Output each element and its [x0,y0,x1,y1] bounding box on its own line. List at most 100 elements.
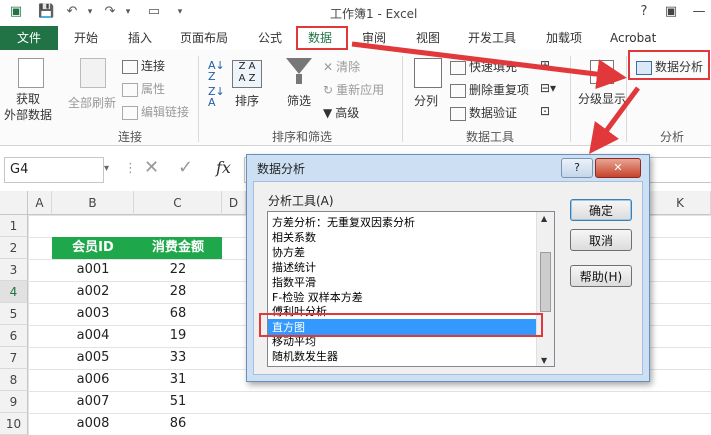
relationships-icon[interactable]: ⊡ [540,104,550,118]
tab-home[interactable]: 开始 [74,26,98,50]
analysis-tool-item[interactable]: 方差分析：无重复双因素分析 [272,215,534,230]
row-header[interactable]: 1 [0,215,28,237]
ribbon-display-icon[interactable]: ▣ [660,2,682,22]
header-cell-amount[interactable]: 消费金额 [134,237,222,259]
flash-fill-button[interactable]: 快速填充 [450,58,517,75]
tab-addins[interactable]: 加载项 [546,26,582,50]
clear-button[interactable]: ✕ 清除 [323,58,360,75]
consolidate-icon[interactable]: ⊞ [540,58,550,72]
refresh-all-button[interactable]: 全部刷新 [68,94,116,111]
member-id-cell[interactable]: a008 [52,413,134,435]
row-header[interactable]: 7 [0,347,28,369]
undo-icon[interactable]: ↶ [64,4,80,20]
row-header[interactable]: 10 [0,413,28,435]
member-id-cell[interactable]: a005 [52,347,134,369]
ok-button[interactable]: 确定 [570,199,632,221]
tab-page-layout[interactable]: 页面布局 [180,26,228,50]
header-cell-member-id[interactable]: 会员ID [52,237,134,259]
tab-view[interactable]: 视图 [416,26,440,50]
what-if-icon[interactable]: ⊟▾ [540,81,556,95]
properties-button[interactable]: 属性 [122,80,165,97]
redo-icon[interactable]: ↷ [102,4,118,20]
get-external-line2[interactable]: 外部数据 [4,106,52,123]
analysis-tool-item[interactable]: 指数平滑 [272,275,534,290]
save-icon[interactable]: 💾 [38,4,54,20]
column-header-a[interactable]: A [28,191,52,215]
cancel-button[interactable]: 取消 [570,229,632,251]
amount-cell[interactable]: 22 [134,259,222,281]
select-all-corner[interactable] [0,191,28,215]
reapply-button[interactable]: ↻ 重新应用 [323,81,384,98]
sort-button[interactable]: 排序 [235,92,259,109]
amount-cell[interactable]: 31 [134,369,222,391]
filter-button[interactable]: 筛选 [287,92,311,109]
help-button[interactable]: 帮助(H) [570,265,632,287]
get-external-line1[interactable]: 获取 [16,90,40,107]
data-validation-button[interactable]: 数据验证 [450,104,517,121]
connections-button[interactable]: 连接 [122,57,165,74]
remove-duplicates-button[interactable]: 删除重复项 [450,81,529,98]
dialog-help-icon[interactable]: ? [561,158,593,178]
scroll-down-icon[interactable]: ▼ [541,356,547,365]
insert-function-icon[interactable]: fx [216,158,231,177]
enter-icon[interactable]: ✓ [178,157,193,178]
edit-links-button[interactable]: 编辑链接 [122,103,189,120]
formula-bar-handle-icon: ⋮ [124,161,137,176]
row-header[interactable]: 5 [0,303,28,325]
customize-toolbar-icon[interactable]: ▾ [172,4,188,20]
member-id-cell[interactable]: a006 [52,369,134,391]
member-id-cell[interactable]: a001 [52,259,134,281]
amount-cell[interactable]: 33 [134,347,222,369]
name-box[interactable]: G4 [4,157,104,183]
row-header[interactable]: 2 [0,237,28,259]
amount-cell[interactable]: 86 [134,413,222,435]
cancel-icon[interactable]: ✕ [144,157,159,178]
column-header-d[interactable]: D [222,191,246,215]
amount-cell[interactable]: 68 [134,303,222,325]
row-header[interactable]: 6 [0,325,28,347]
analysis-tool-item[interactable]: 描述统计 [272,260,534,275]
row-header[interactable]: 4 [0,281,28,303]
text-to-columns-button[interactable]: 分列 [414,92,438,109]
amount-cell[interactable]: 19 [134,325,222,347]
name-box-dropdown-icon[interactable]: ▾ [104,163,109,174]
help-icon[interactable]: ? [633,2,655,22]
tab-formulas[interactable]: 公式 [258,26,282,50]
tab-insert[interactable]: 插入 [128,26,152,50]
outline-button[interactable]: 分级显示 [578,90,626,107]
scrollbar-thumb[interactable] [540,252,551,312]
column-header-b[interactable]: B [52,191,134,215]
column-header-k[interactable]: K [650,191,711,215]
ribbon: 获取 外部数据 全部刷新 连接 属性 编辑链接 连接 A↓ Z Z↓ A Z AA … [0,50,711,146]
advanced-button[interactable]: ▼ 高级 [323,104,359,121]
member-id-cell[interactable]: a007 [52,391,134,413]
undo-dropdown-icon[interactable]: ▾ [82,4,98,20]
excel-logo-icon: ▣ [9,4,23,19]
row-header[interactable]: 9 [0,391,28,413]
sort-za-icon[interactable]: Z↓ A [208,86,225,108]
camera-icon[interactable]: ▭ [146,4,162,20]
member-id-cell[interactable]: a003 [52,303,134,325]
analysis-tool-item[interactable]: 随机数发生器 [272,349,534,364]
amount-cell[interactable]: 51 [134,391,222,413]
analysis-tool-item[interactable]: 协方差 [272,245,534,260]
analysis-tools-list[interactable]: 方差分析：无重复双因素分析 相关系数 协方差 描述统计 指数平滑 F-检验 双样本方差 傅利… [267,211,555,367]
tab-file[interactable]: 文件 [0,26,58,50]
tab-review[interactable]: 审阅 [362,26,386,50]
tab-acrobat[interactable]: Acrobat [610,26,656,50]
sort-az-icon[interactable]: A↓ Z [208,60,225,82]
redo-dropdown-icon[interactable]: ▾ [120,4,136,20]
tab-developer[interactable]: 开发工具 [468,26,516,50]
row-header[interactable]: 3 [0,259,28,281]
member-id-cell[interactable]: a004 [52,325,134,347]
analysis-tool-item[interactable]: 相关系数 [272,230,534,245]
amount-cell[interactable]: 28 [134,281,222,303]
minimize-icon[interactable]: — [688,2,710,22]
column-header-c[interactable]: C [134,191,222,215]
row-header[interactable]: 8 [0,369,28,391]
list-scrollbar[interactable]: ▲ ▼ [536,212,554,366]
analysis-tool-item[interactable]: F-检验 双样本方差 [272,290,534,305]
dialog-close-icon[interactable]: ✕ [595,158,641,178]
scroll-up-icon[interactable]: ▲ [541,214,547,223]
member-id-cell[interactable]: a002 [52,281,134,303]
